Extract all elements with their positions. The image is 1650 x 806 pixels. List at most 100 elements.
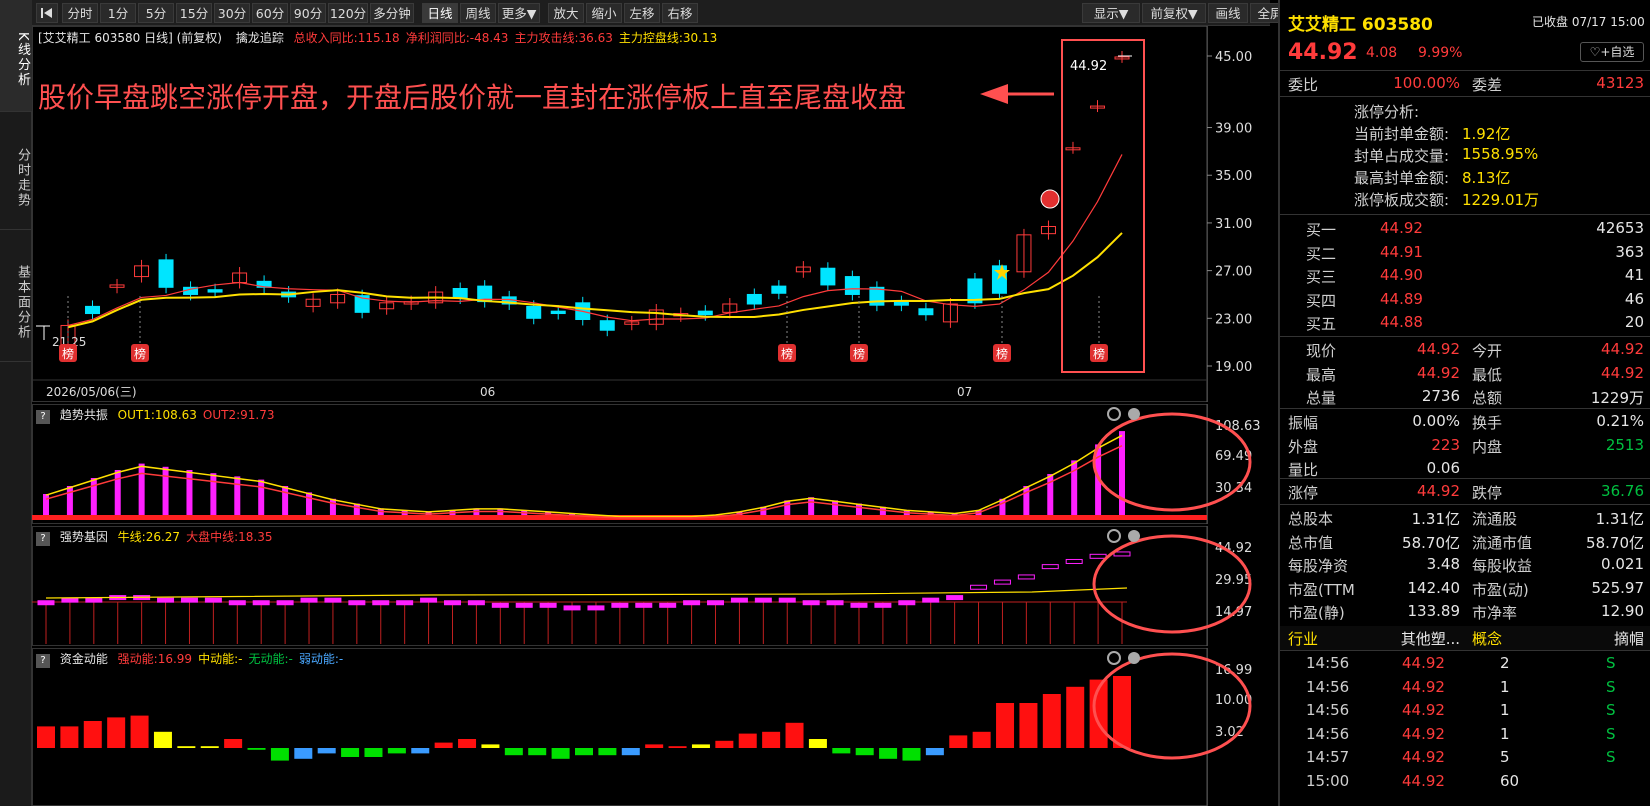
toolbar-button-8[interactable]: 多分钟 [370, 3, 414, 23]
toolbar-button-6[interactable]: 90分 [290, 3, 326, 23]
close-icon[interactable] [1128, 652, 1140, 664]
limit-row: 涨停 44.92 跌停 36.76 [1288, 482, 1644, 502]
sub2-mark [1089, 553, 1107, 559]
fund-row: 总股本 1.31亿 流通股 1.31亿 [1280, 506, 1650, 530]
toolbar-right-button-0[interactable]: 显示▼ [1082, 3, 1140, 23]
chart-area: [艾艾精工 603580 日线] (前复权) 擒龙追踪 总收入同比:115.18… [32, 26, 1270, 806]
candle-body [158, 259, 174, 288]
candle-body [918, 308, 934, 316]
toolbar-button-13[interactable]: 缩小 [586, 3, 622, 23]
concept-link[interactable]: 概念 [1472, 628, 1502, 649]
sub1-bar [808, 497, 815, 518]
gear-icon[interactable] [1107, 651, 1121, 665]
limit-analysis-title: 涨停分析: [1280, 99, 1650, 123]
rank-badge-label: 榜 [62, 346, 74, 361]
tab-fundamental[interactable]: 基本面分析 [0, 236, 32, 362]
sub2-mark [348, 600, 366, 606]
toolbar-button-10[interactable]: 周线 [460, 3, 496, 23]
sub3-bar [364, 748, 383, 757]
close-icon[interactable] [1128, 408, 1140, 420]
close-icon[interactable] [1128, 530, 1140, 542]
limit-up-price: 44.92 [1417, 482, 1460, 500]
sub3-bar [224, 739, 243, 748]
sub2-mark [611, 602, 629, 608]
toolbar-button-1[interactable]: 1分 [100, 3, 136, 23]
help-icon[interactable]: ? [36, 410, 50, 424]
y-tick-label: 35.00 [1215, 169, 1252, 184]
sub2-mark [635, 602, 653, 608]
toolbar-button-15[interactable]: 右移 [662, 3, 698, 23]
sub3-bar [832, 748, 851, 754]
fund-row: 市盈(静) 133.89 市净率 12.90 [1280, 600, 1650, 624]
fund-label: 市净率 [1472, 604, 1518, 622]
gear-icon[interactable] [1107, 407, 1121, 421]
concept-value[interactable]: 摘帽 [1532, 628, 1644, 649]
toolbar-button-2[interactable]: 5分 [138, 3, 174, 23]
stat-value: 44.92 [1417, 340, 1460, 358]
toolbar-button-3[interactable]: 15分 [176, 3, 212, 23]
stat-value: 44.92 [1601, 363, 1644, 382]
bid-label: 买三 [1306, 268, 1337, 286]
candle-body [746, 293, 762, 305]
sub2-mark [61, 597, 79, 603]
toolbar-right-button-2[interactable]: 画线 [1208, 3, 1248, 23]
toolbar-button-12[interactable]: 放大 [548, 3, 584, 23]
play-back-icon[interactable] [36, 3, 58, 23]
tab-intraday[interactable]: 分时走势 [0, 118, 32, 230]
stat-label: 最高 [1306, 365, 1337, 384]
date-label: 2026/05/06(三) [46, 385, 137, 399]
candle-body [526, 305, 542, 319]
sub1-name: 趋势共振 [59, 408, 108, 422]
toolbar-button-5[interactable]: 60分 [252, 3, 288, 23]
limit-label: 涨停板成交额: [1354, 191, 1450, 209]
y-tick-label: 23.00 [1215, 312, 1252, 327]
fund-value: 3.48 [1426, 555, 1460, 573]
stat-row: 外盘 223 内盘 2513 [1280, 434, 1650, 458]
y-tick-label: 10.00 [1215, 693, 1252, 708]
sub3-title: ? 资金动能 强动能:16.99 中动能:- 无动能:- 弱动能:- [36, 650, 343, 668]
sub2-mark [300, 597, 318, 603]
sub2-mark [683, 600, 701, 606]
toolbar-button-7[interactable]: 120分 [328, 3, 368, 23]
gear-icon[interactable] [1107, 529, 1121, 543]
industry-value[interactable]: 其他塑... [1340, 628, 1460, 649]
sub2-mark [1065, 558, 1083, 564]
fire-icon[interactable] [1040, 189, 1060, 209]
indicator-value: 中动能:- [198, 652, 243, 666]
sub2-mark [204, 597, 222, 603]
tab-kline-analysis[interactable]: K线分析 [0, 0, 32, 112]
limit-analysis-row: 涨停板成交额: 1229.01万 [1280, 187, 1650, 211]
industry-link[interactable]: 行业 [1288, 628, 1318, 649]
bid-volume: 41 [1624, 266, 1644, 284]
sub2-mark [1017, 574, 1035, 580]
sub3-bar [341, 748, 360, 757]
chart-toolbar: 分时 1分 5分 15分 30分 60分 90分 120分 多分钟 日线 周线 更多▼ 放大 缩小 左移 右移… [32, 0, 1290, 26]
limit-value: 1.92亿 [1462, 125, 1511, 143]
indicator-value: OUT2:91.73 [202, 408, 275, 422]
bid-label: 买五 [1306, 315, 1337, 333]
add-watchlist-button[interactable]: ♡+自选 [1580, 42, 1644, 62]
bid-volume: 20 [1624, 313, 1644, 331]
toolbar-button-4[interactable]: 30分 [214, 3, 250, 23]
heart-icon: ♡ [1589, 45, 1601, 59]
fund-row: 总市值 58.70亿 流通市值 58.70亿 [1280, 530, 1650, 554]
sub1-bar [306, 492, 313, 518]
toolbar-right-button-1[interactable]: 前复权▼ [1142, 3, 1206, 23]
toolbar-button-14[interactable]: 左移 [624, 3, 660, 23]
sub2-mark [396, 600, 414, 606]
sub2-mark [37, 600, 55, 606]
fund-row: 市盈(TTM 142.40 市盈(动) 525.97 [1280, 577, 1650, 601]
stat-value: 1229万 [1590, 389, 1644, 407]
toolbar-button-9[interactable]: 日线 [422, 3, 458, 23]
toolbar-button-11[interactable]: 更多▼ [498, 3, 540, 23]
sub3-bar [785, 722, 804, 748]
help-icon[interactable]: ? [36, 654, 50, 668]
help-icon[interactable]: ? [36, 532, 50, 546]
sub1-bar [1119, 431, 1125, 518]
toolbar-button-0[interactable]: 分时 [62, 3, 98, 23]
sub3-bar [551, 748, 570, 759]
sub2-mark [276, 600, 294, 606]
bid-label: 买二 [1306, 244, 1337, 263]
stat-label: 振幅 [1288, 414, 1319, 432]
market-status: 已收盘 07/17 15:00 [1532, 15, 1645, 29]
